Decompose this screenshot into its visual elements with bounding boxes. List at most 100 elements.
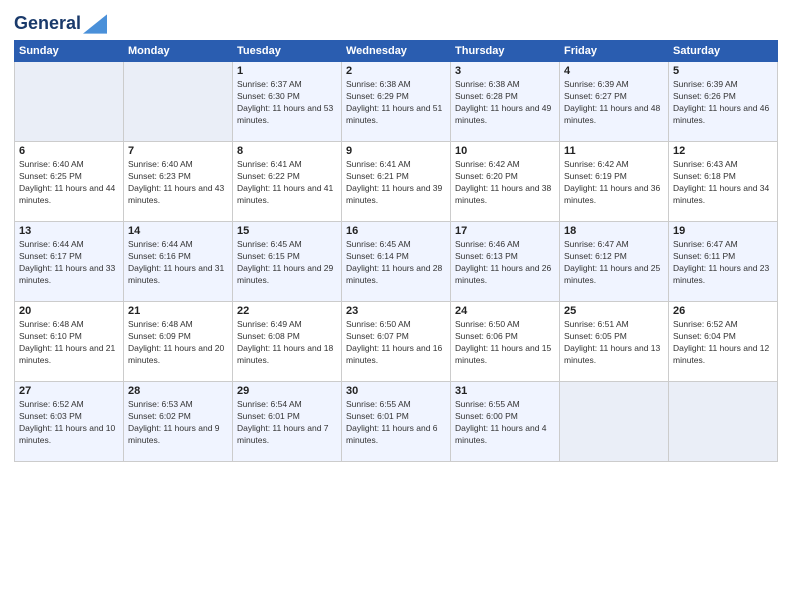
calendar-cell: 4Sunrise: 6:39 AM Sunset: 6:27 PM Daylig…: [560, 62, 669, 142]
calendar-cell: 15 Sunrise: 6:45 AM Sunset: 6:15 PM Dayli…: [233, 222, 342, 302]
day-number: 5: [673, 65, 773, 77]
day-info: Sunrise: 6:52 AM Sunset: 6:03 PM Dayligh…: [19, 399, 119, 447]
calendar-cell: 5 Sunrise: 6:39 AM Sunset: 6:26 PM Daylig…: [669, 62, 778, 142]
day-info: Sunrise: 6:43 AM Sunset: 6:18 PM Dayligh…: [673, 159, 773, 207]
col-header-tuesday: Tuesday: [233, 41, 342, 62]
day-number: 9: [346, 145, 446, 157]
day-info: Sunrise: 6:46 AM Sunset: 6:13 PM Dayligh…: [455, 239, 555, 287]
day-number: 21: [128, 305, 228, 317]
day-info: Sunrise: 6:39 AM Sunset: 6:27 PM Dayligh…: [564, 79, 664, 127]
col-header-sunday: Sunday: [15, 41, 124, 62]
calendar-cell: 18 Sunrise: 6:47 AM Sunset: 6:12 PM Dayli…: [560, 222, 669, 302]
day-number: 28: [128, 385, 228, 397]
page: General SundayMondayTuesdayWednesdayThur…: [0, 0, 792, 612]
calendar-cell: [15, 62, 124, 142]
calendar-cell: 29 Sunrise: 6:54 AM Sunset: 6:01 PM Dayli…: [233, 382, 342, 462]
day-info: Sunrise: 6:47 AM Sunset: 6:11 PM Dayligh…: [673, 239, 773, 287]
calendar-cell: 26Sunrise: 6:52 AM Sunset: 6:04 PM Dayli…: [669, 302, 778, 382]
day-number: 6: [19, 145, 119, 157]
day-number: 17: [455, 225, 555, 237]
calendar-week-row: 6 Sunrise: 6:40 AM Sunset: 6:25 PM Daylig…: [15, 142, 778, 222]
calendar-cell: 28 Sunrise: 6:53 AM Sunset: 6:02 PM Dayli…: [124, 382, 233, 462]
day-number: 22: [237, 305, 337, 317]
calendar-table: SundayMondayTuesdayWednesdayThursdayFrid…: [14, 40, 778, 462]
day-info: Sunrise: 6:38 AM Sunset: 6:28 PM Dayligh…: [455, 79, 555, 127]
calendar-cell: 20Sunrise: 6:48 AM Sunset: 6:10 PM Dayli…: [15, 302, 124, 382]
day-info: Sunrise: 6:51 AM Sunset: 6:05 PM Dayligh…: [564, 319, 664, 367]
calendar-cell: 12 Sunrise: 6:43 AM Sunset: 6:18 PM Dayli…: [669, 142, 778, 222]
day-number: 31: [455, 385, 555, 397]
calendar-cell: 31Sunrise: 6:55 AM Sunset: 6:00 PM Dayli…: [451, 382, 560, 462]
logo-icon: [83, 14, 107, 34]
day-info: Sunrise: 6:39 AM Sunset: 6:26 PM Dayligh…: [673, 79, 773, 127]
day-info: Sunrise: 6:47 AM Sunset: 6:12 PM Dayligh…: [564, 239, 664, 287]
logo-text: General: [14, 14, 81, 34]
day-info: Sunrise: 6:40 AM Sunset: 6:23 PM Dayligh…: [128, 159, 228, 207]
calendar-cell: 8 Sunrise: 6:41 AM Sunset: 6:22 PM Daylig…: [233, 142, 342, 222]
day-info: Sunrise: 6:50 AM Sunset: 6:07 PM Dayligh…: [346, 319, 446, 367]
calendar-cell: 6 Sunrise: 6:40 AM Sunset: 6:25 PM Daylig…: [15, 142, 124, 222]
calendar-week-row: 27Sunrise: 6:52 AM Sunset: 6:03 PM Dayli…: [15, 382, 778, 462]
day-info: Sunrise: 6:45 AM Sunset: 6:14 PM Dayligh…: [346, 239, 446, 287]
day-number: 3: [455, 65, 555, 77]
calendar-header-row: SundayMondayTuesdayWednesdayThursdayFrid…: [15, 41, 778, 62]
calendar-cell: 27Sunrise: 6:52 AM Sunset: 6:03 PM Dayli…: [15, 382, 124, 462]
day-info: Sunrise: 6:40 AM Sunset: 6:25 PM Dayligh…: [19, 159, 119, 207]
day-number: 15: [237, 225, 337, 237]
day-number: 24: [455, 305, 555, 317]
day-info: Sunrise: 6:50 AM Sunset: 6:06 PM Dayligh…: [455, 319, 555, 367]
calendar-week-row: 13 Sunrise: 6:44 AM Sunset: 6:17 PM Dayli…: [15, 222, 778, 302]
day-number: 18: [564, 225, 664, 237]
day-number: 10: [455, 145, 555, 157]
day-info: Sunrise: 6:37 AM Sunset: 6:30 PM Dayligh…: [237, 79, 337, 127]
day-number: 1: [237, 65, 337, 77]
calendar-cell: 2Sunrise: 6:38 AM Sunset: 6:29 PM Daylig…: [342, 62, 451, 142]
day-number: 14: [128, 225, 228, 237]
day-number: 29: [237, 385, 337, 397]
day-info: Sunrise: 6:41 AM Sunset: 6:22 PM Dayligh…: [237, 159, 337, 207]
calendar-cell: 11Sunrise: 6:42 AM Sunset: 6:19 PM Dayli…: [560, 142, 669, 222]
calendar-cell: 7 Sunrise: 6:40 AM Sunset: 6:23 PM Daylig…: [124, 142, 233, 222]
day-number: 19: [673, 225, 773, 237]
logo: General: [14, 14, 107, 34]
calendar-week-row: 1 Sunrise: 6:37 AM Sunset: 6:30 PM Daylig…: [15, 62, 778, 142]
calendar-cell: 16 Sunrise: 6:45 AM Sunset: 6:14 PM Dayli…: [342, 222, 451, 302]
day-number: 30: [346, 385, 446, 397]
day-info: Sunrise: 6:54 AM Sunset: 6:01 PM Dayligh…: [237, 399, 337, 447]
calendar-week-row: 20Sunrise: 6:48 AM Sunset: 6:10 PM Dayli…: [15, 302, 778, 382]
calendar-cell: 14 Sunrise: 6:44 AM Sunset: 6:16 PM Dayli…: [124, 222, 233, 302]
day-number: 7: [128, 145, 228, 157]
calendar-cell: 13 Sunrise: 6:44 AM Sunset: 6:17 PM Dayli…: [15, 222, 124, 302]
day-info: Sunrise: 6:42 AM Sunset: 6:20 PM Dayligh…: [455, 159, 555, 207]
calendar-cell: 25 Sunrise: 6:51 AM Sunset: 6:05 PM Dayli…: [560, 302, 669, 382]
day-number: 16: [346, 225, 446, 237]
day-info: Sunrise: 6:52 AM Sunset: 6:04 PM Dayligh…: [673, 319, 773, 367]
calendar-cell: [669, 382, 778, 462]
day-info: Sunrise: 6:44 AM Sunset: 6:16 PM Dayligh…: [128, 239, 228, 287]
day-info: Sunrise: 6:55 AM Sunset: 6:01 PM Dayligh…: [346, 399, 446, 447]
day-info: Sunrise: 6:53 AM Sunset: 6:02 PM Dayligh…: [128, 399, 228, 447]
calendar-cell: 17 Sunrise: 6:46 AM Sunset: 6:13 PM Dayli…: [451, 222, 560, 302]
calendar-cell: 9 Sunrise: 6:41 AM Sunset: 6:21 PM Daylig…: [342, 142, 451, 222]
day-number: 12: [673, 145, 773, 157]
col-header-thursday: Thursday: [451, 41, 560, 62]
day-number: 13: [19, 225, 119, 237]
calendar-cell: 21 Sunrise: 6:48 AM Sunset: 6:09 PM Dayli…: [124, 302, 233, 382]
day-info: Sunrise: 6:44 AM Sunset: 6:17 PM Dayligh…: [19, 239, 119, 287]
col-header-wednesday: Wednesday: [342, 41, 451, 62]
day-info: Sunrise: 6:45 AM Sunset: 6:15 PM Dayligh…: [237, 239, 337, 287]
col-header-friday: Friday: [560, 41, 669, 62]
day-info: Sunrise: 6:48 AM Sunset: 6:10 PM Dayligh…: [19, 319, 119, 367]
day-number: 8: [237, 145, 337, 157]
header: General: [14, 10, 778, 34]
col-header-saturday: Saturday: [669, 41, 778, 62]
day-number: 25: [564, 305, 664, 317]
calendar-cell: 19 Sunrise: 6:47 AM Sunset: 6:11 PM Dayli…: [669, 222, 778, 302]
calendar-cell: 24 Sunrise: 6:50 AM Sunset: 6:06 PM Dayli…: [451, 302, 560, 382]
calendar-cell: 3 Sunrise: 6:38 AM Sunset: 6:28 PM Daylig…: [451, 62, 560, 142]
calendar-cell: 22Sunrise: 6:49 AM Sunset: 6:08 PM Dayli…: [233, 302, 342, 382]
day-info: Sunrise: 6:41 AM Sunset: 6:21 PM Dayligh…: [346, 159, 446, 207]
day-info: Sunrise: 6:48 AM Sunset: 6:09 PM Dayligh…: [128, 319, 228, 367]
col-header-monday: Monday: [124, 41, 233, 62]
day-number: 2: [346, 65, 446, 77]
